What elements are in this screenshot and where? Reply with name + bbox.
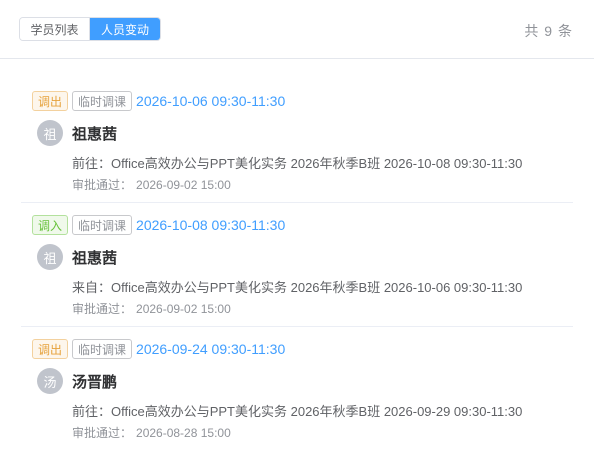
transfer-type-tag: 调入	[32, 215, 69, 235]
approval-label: 审批通过：	[72, 426, 133, 440]
adjust-mode-tag: 临时调课	[72, 339, 133, 359]
transfer-detail: 前往：Office高效办公与PPT美化实务 2026年秋季B班 2026-10-…	[72, 156, 523, 171]
approval-time: 2026-09-02 15:00	[136, 178, 231, 192]
change-record: 调出 临时调课 2026-09-24 09:30-11:30 汤 汤晋鹏 前往：…	[21, 327, 573, 451]
transfer-type-tag: 调出	[32, 339, 69, 359]
approval-info: 审批通过： 2026-09-02 15:00	[72, 300, 231, 317]
change-record-list: 调出 临时调课 2026-10-06 09:30-11:30 祖 祖惠茜 前往：…	[21, 79, 573, 451]
adjust-mode-tag: 临时调课	[72, 215, 133, 235]
avatar: 祖	[37, 244, 63, 270]
tag-row: 调出 临时调课 2026-09-24 09:30-11:30	[32, 339, 285, 359]
approval-info: 审批通过： 2026-08-28 15:00	[72, 424, 231, 441]
approval-label: 审批通过：	[72, 302, 133, 316]
tab-personnel-changes[interactable]: 人员变动	[90, 18, 160, 40]
lesson-time-link[interactable]: 2026-10-08 09:30-11:30	[136, 217, 285, 233]
avatar: 汤	[37, 368, 63, 394]
total-count: 共 9 条	[524, 23, 573, 39]
lesson-time-link[interactable]: 2026-09-24 09:30-11:30	[136, 341, 285, 357]
student-name: 汤晋鹏	[72, 374, 118, 391]
page-header: 学员列表 人员变动 共 9 条	[0, 0, 594, 59]
student-name: 祖惠茜	[72, 250, 118, 267]
approval-info: 审批通过： 2026-09-02 15:00	[72, 176, 231, 193]
avatar: 祖	[37, 120, 63, 146]
transfer-type-tag: 调出	[32, 91, 69, 111]
student-name: 祖惠茜	[72, 126, 118, 143]
transfer-detail: 来自：Office高效办公与PPT美化实务 2026年秋季B班 2026-10-…	[72, 280, 523, 295]
lesson-time-link[interactable]: 2026-10-06 09:30-11:30	[136, 93, 285, 109]
approval-time: 2026-09-02 15:00	[136, 302, 231, 316]
approval-label: 审批通过：	[72, 178, 133, 192]
tag-row: 调入 临时调课 2026-10-08 09:30-11:30	[32, 215, 285, 235]
transfer-detail: 前往：Office高效办公与PPT美化实务 2026年秋季B班 2026-09-…	[72, 404, 523, 419]
view-switcher: 学员列表 人员变动	[19, 17, 161, 41]
change-record: 调出 临时调课 2026-10-06 09:30-11:30 祖 祖惠茜 前往：…	[21, 79, 573, 203]
change-record: 调入 临时调课 2026-10-08 09:30-11:30 祖 祖惠茜 来自：…	[21, 203, 573, 327]
approval-time: 2026-08-28 15:00	[136, 426, 231, 440]
tab-student-list[interactable]: 学员列表	[20, 18, 90, 40]
tag-row: 调出 临时调课 2026-10-06 09:30-11:30	[32, 91, 285, 111]
adjust-mode-tag: 临时调课	[72, 91, 133, 111]
